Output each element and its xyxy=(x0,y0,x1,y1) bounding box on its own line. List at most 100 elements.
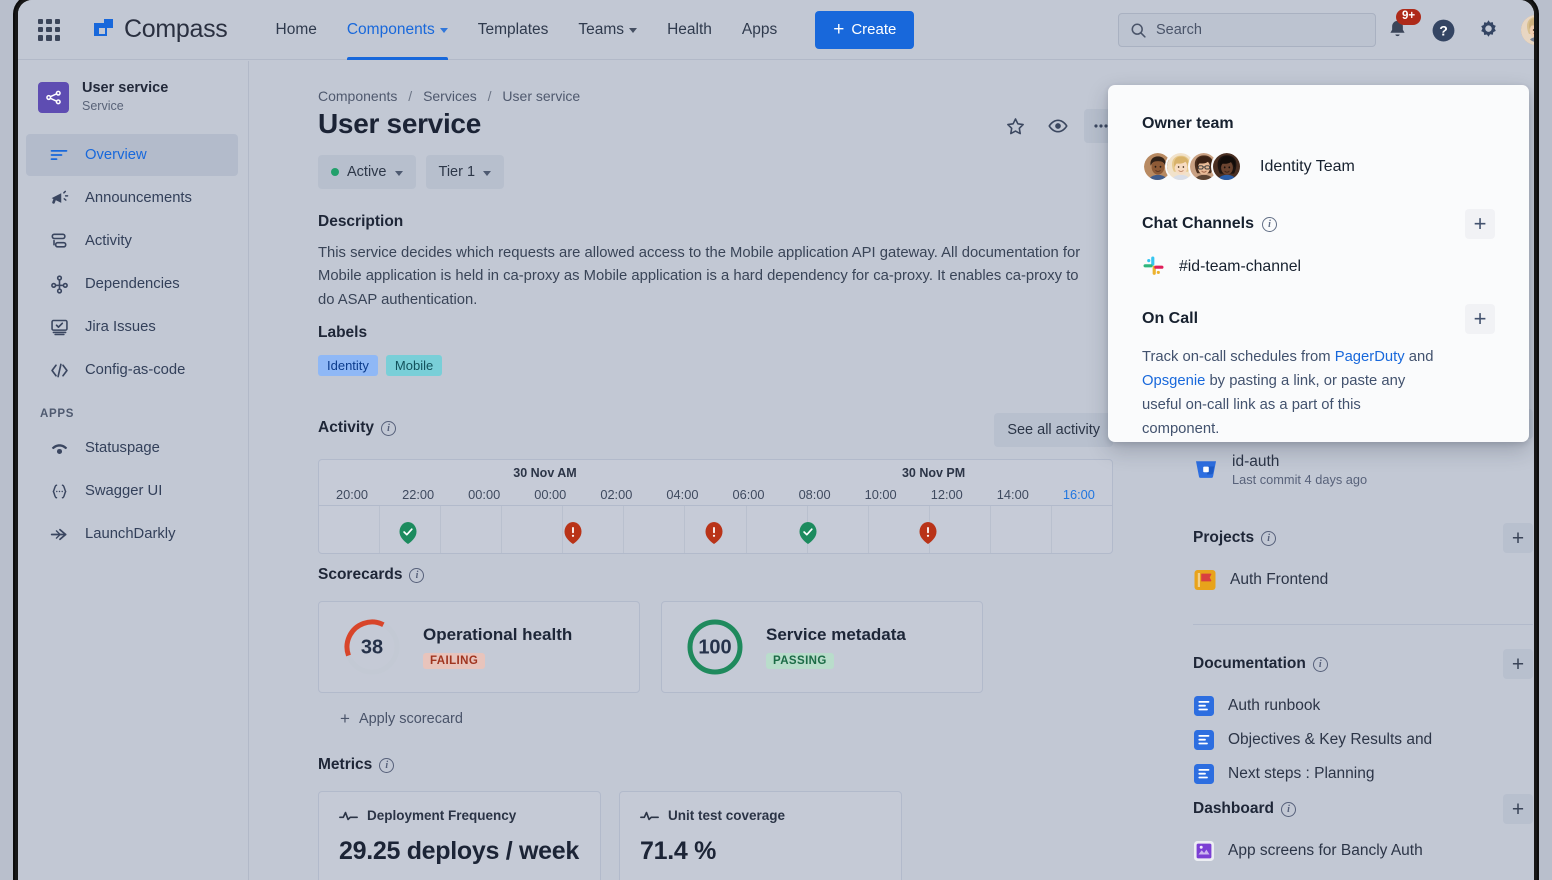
documentation-heading: Documentation i + xyxy=(1193,649,1533,679)
divider xyxy=(1193,624,1533,625)
scorecards-heading: Scorecards i xyxy=(318,566,1113,584)
info-icon[interactable]: i xyxy=(1261,530,1277,546)
scorecard-service-metadata[interactable]: 100 Service metadata PASSING xyxy=(661,601,983,693)
timeline-event-success[interactable] xyxy=(799,522,817,549)
add-chat-channel-button[interactable]: + xyxy=(1465,209,1495,239)
timeline-event-error[interactable] xyxy=(919,522,937,549)
user-avatar[interactable] xyxy=(1521,15,1534,45)
nav-item-health[interactable]: Health xyxy=(653,0,726,60)
documentation-row[interactable]: Auth runbook xyxy=(1193,695,1533,717)
sidebar-project-type: Service xyxy=(82,98,124,113)
chevron-down-icon xyxy=(439,28,448,33)
timeline-event-success[interactable] xyxy=(399,522,417,549)
opsgenie-link[interactable]: Opsgenie xyxy=(1142,373,1205,389)
notification-badge: 9+ xyxy=(1396,8,1422,26)
nav-item-teams[interactable]: Teams xyxy=(564,0,651,60)
status-chip[interactable]: Active xyxy=(318,155,416,189)
add-dashboard-button[interactable]: + xyxy=(1503,794,1533,824)
nav-label: Health xyxy=(667,20,712,38)
repository-last-commit: Last commit 4 days ago xyxy=(1232,472,1368,487)
info-icon[interactable]: i xyxy=(381,420,396,436)
star-icon[interactable] xyxy=(998,109,1032,143)
activity-section: Activity i See all activity 30 Nov AM 30… xyxy=(318,413,1113,554)
page-title: User service xyxy=(318,108,481,139)
nav-item-home[interactable]: Home xyxy=(262,0,331,60)
status-dot-icon xyxy=(331,168,339,176)
sidebar-item-swagger-ui[interactable]: Swagger UI xyxy=(26,470,238,512)
add-project-button[interactable]: + xyxy=(1503,523,1533,553)
timeline-tick: 20:00 xyxy=(336,486,369,502)
chat-channel-row[interactable]: #id-team-channel xyxy=(1142,255,1495,278)
info-icon[interactable]: i xyxy=(1312,656,1328,672)
sidebar-item-config-as-code[interactable]: Config-as-code xyxy=(26,349,238,391)
labels-heading: Labels xyxy=(318,324,368,341)
pulse-icon xyxy=(339,811,358,820)
info-icon[interactable]: i xyxy=(379,757,395,773)
help-icon[interactable]: ? xyxy=(1431,18,1456,43)
settings-gear-icon[interactable] xyxy=(1476,18,1501,43)
pagerduty-link[interactable]: PagerDuty xyxy=(1335,349,1405,365)
timeline-event-error[interactable] xyxy=(705,522,723,549)
nav-item-components[interactable]: Components xyxy=(333,0,462,60)
label-mobile[interactable]: Mobile xyxy=(385,355,443,376)
dashboard-heading: Dashboard i + xyxy=(1193,794,1533,824)
breadcrumb-separator: / xyxy=(408,88,413,104)
compass-logo[interactable]: Compass xyxy=(94,15,228,44)
owner-team-name: Identity Team xyxy=(1260,157,1355,175)
info-icon[interactable]: i xyxy=(1280,801,1296,817)
chat-channel-name: #id-team-channel xyxy=(1179,257,1302,275)
sidebar-item-jira-issues[interactable]: Jira Issues xyxy=(26,306,238,348)
chat-channels-heading: Chat Channels i + xyxy=(1142,209,1495,239)
on-call-heading: On Call + xyxy=(1142,304,1495,334)
info-icon[interactable]: i xyxy=(409,567,425,583)
sidebar-item-dependencies[interactable]: Dependencies xyxy=(26,263,238,305)
status-chip-label: Active xyxy=(347,164,387,180)
documentation-name: Objectives & Key Results and xyxy=(1228,731,1433,748)
nav-item-templates[interactable]: Templates xyxy=(464,0,563,60)
add-documentation-button[interactable]: + xyxy=(1503,649,1533,679)
top-right-icons: 9+ ? xyxy=(1386,0,1534,60)
metric-card-unit-test-coverage[interactable]: Unit test coverage 71.4 % xyxy=(619,791,902,880)
breadcrumb-components[interactable]: Components xyxy=(318,88,397,104)
apply-scorecard-button[interactable]: + Apply scorecard xyxy=(318,710,1113,727)
search-placeholder: Search xyxy=(1156,22,1202,38)
create-button[interactable]: + Create xyxy=(815,10,915,49)
document-icon xyxy=(1194,730,1214,750)
avatar xyxy=(1211,151,1242,182)
notifications-bell-icon[interactable]: 9+ xyxy=(1386,8,1422,43)
timeline-event-error[interactable] xyxy=(564,522,582,549)
documentation-row[interactable]: Objectives & Key Results and xyxy=(1193,729,1533,751)
scorecard-operational-health[interactable]: 38 Operational health FAILING xyxy=(318,601,640,693)
project-row[interactable]: Auth Frontend xyxy=(1193,568,1533,592)
tier-chip[interactable]: Tier 1 xyxy=(425,155,505,189)
metric-card-deployment-frequency[interactable]: Deployment Frequency 29.25 deploys / wee… xyxy=(318,791,601,880)
sidebar-item-launchdarkly[interactable]: LaunchDarkly xyxy=(26,513,238,555)
sidebar-item-statuspage[interactable]: Statuspage xyxy=(26,427,238,469)
sidebar-item-announcements[interactable]: Announcements xyxy=(26,177,238,219)
add-on-call-button[interactable]: + xyxy=(1465,304,1495,334)
app-switcher-icon[interactable] xyxy=(38,18,60,41)
info-icon[interactable]: i xyxy=(1262,216,1278,232)
search-icon xyxy=(1131,23,1146,38)
scorecard-score: 100 xyxy=(698,637,731,659)
nav-label: Home xyxy=(275,20,317,38)
dashboard-row[interactable]: App screens for Bancly Auth xyxy=(1193,840,1533,862)
owner-team-row[interactable]: Identity Team xyxy=(1142,151,1495,182)
app-title: Compass xyxy=(124,15,228,43)
watch-eye-icon[interactable] xyxy=(1041,109,1075,143)
owner-team-avatars xyxy=(1142,151,1242,182)
dashboard-name: App screens for Bancly Auth xyxy=(1228,842,1423,859)
see-all-activity-button[interactable]: See all activity xyxy=(994,413,1113,447)
repository-row[interactable]: id-auth Last commit 4 days ago xyxy=(1193,453,1367,487)
nav-item-apps[interactable]: Apps xyxy=(728,0,791,60)
timeline-ticks: 20:00 22:00 00:00 00:00 02:00 04:00 06:0… xyxy=(319,483,1112,505)
sidebar-item-activity[interactable]: Activity xyxy=(26,220,238,262)
document-icon xyxy=(1194,696,1214,716)
label-identity[interactable]: Identity xyxy=(318,355,378,376)
search-input[interactable]: Search xyxy=(1118,13,1376,47)
sidebar-apps-heading: APPS xyxy=(40,408,75,421)
breadcrumb-services[interactable]: Services xyxy=(423,88,477,104)
documentation-row[interactable]: Next steps : Planning xyxy=(1193,763,1533,785)
sidebar-item-overview[interactable]: Overview xyxy=(26,134,238,177)
sidebar-project-header[interactable]: User service Service xyxy=(18,61,248,133)
